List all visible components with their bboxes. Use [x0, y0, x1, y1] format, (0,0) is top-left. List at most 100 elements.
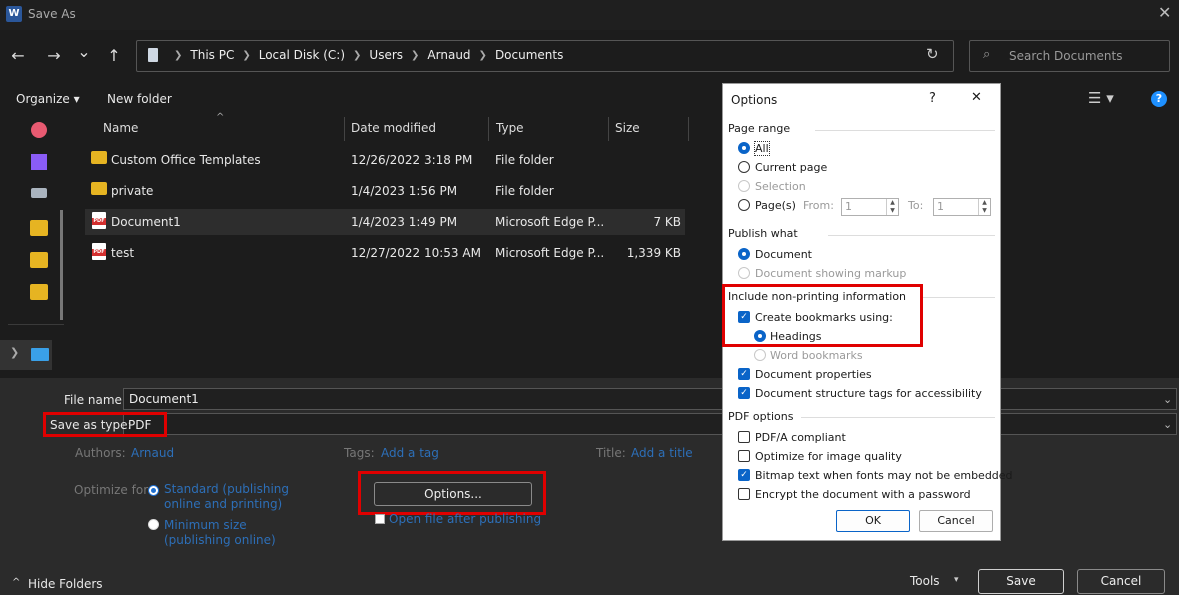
videos-icon[interactable]	[31, 154, 47, 170]
help-icon[interactable]: ?	[929, 91, 936, 106]
to-value: 1	[937, 200, 944, 213]
document-markup-label[interactable]: Document showing markup	[755, 267, 906, 280]
from-label: From:	[803, 199, 834, 212]
bitmap-text-label[interactable]: Bitmap text when fonts may not be embedd…	[755, 469, 1013, 482]
new-folder-button[interactable]: New folder	[107, 92, 172, 106]
folder-icon[interactable]	[30, 252, 48, 268]
window-close-icon[interactable]: ✕	[1158, 3, 1171, 22]
file-row[interactable]: Custom Office Templates 12/26/2022 3:18 …	[85, 147, 685, 173]
chevron-right-icon: ❯	[411, 49, 420, 61]
ok-button[interactable]: OK	[836, 510, 910, 532]
all-radio[interactable]	[738, 142, 750, 154]
spinner-arrows-icon[interactable]: ▲ ▼	[886, 199, 898, 215]
breadcrumb-local-disk[interactable]: Local Disk (C:)	[259, 48, 345, 62]
drive-icon[interactable]	[31, 188, 47, 198]
from-stepper[interactable]: 1 ▲ ▼	[841, 198, 899, 216]
optimize-standard-label[interactable]: Standard (publishing	[164, 482, 289, 496]
current-page-label[interactable]: Current page	[755, 161, 827, 174]
music-icon[interactable]	[31, 122, 47, 138]
open-after-checkbox[interactable]	[375, 514, 385, 524]
hide-folders-button[interactable]: Hide Folders	[28, 577, 103, 591]
breadcrumb-documents[interactable]: Documents	[495, 48, 563, 62]
column-divider[interactable]	[608, 117, 609, 141]
up-button[interactable]: ↑	[102, 44, 126, 68]
spinner-arrows-icon[interactable]: ▲ ▼	[978, 199, 990, 215]
file-name: Document1	[111, 215, 181, 229]
column-size[interactable]: Size	[615, 121, 640, 135]
doc-structure-checkbox[interactable]: ✓	[738, 387, 750, 399]
document-label[interactable]: Document	[755, 248, 812, 261]
organize-button[interactable]: Organize ▾	[16, 92, 80, 106]
column-date[interactable]: Date modified	[351, 121, 436, 135]
view-options-icon[interactable]: ☰ ▾	[1088, 89, 1114, 107]
doc-properties-label[interactable]: Document properties	[755, 368, 872, 381]
recent-locations-button[interactable]: ⌄	[72, 40, 96, 64]
selection-radio[interactable]	[738, 180, 750, 192]
refresh-icon[interactable]: ↻	[926, 45, 939, 63]
chevron-up-icon[interactable]: ^	[12, 577, 20, 588]
help-icon[interactable]: ?	[1151, 91, 1167, 107]
folder-icon[interactable]	[30, 220, 48, 236]
word-bookmarks-radio[interactable]	[754, 349, 766, 361]
chevron-right-icon[interactable]: ❯	[10, 346, 19, 359]
pdfa-label[interactable]: PDF/A compliant	[755, 431, 846, 444]
all-label[interactable]: All	[754, 141, 770, 156]
file-type: File folder	[495, 184, 554, 198]
document-radio[interactable]	[738, 248, 750, 260]
folder-icon[interactable]	[30, 284, 48, 300]
document-markup-radio[interactable]	[738, 267, 750, 279]
to-stepper[interactable]: 1 ▲ ▼	[933, 198, 991, 216]
column-type[interactable]: Type	[496, 121, 524, 135]
encrypt-checkbox[interactable]	[738, 488, 750, 500]
column-divider[interactable]	[488, 117, 489, 141]
breadcrumb-this-pc[interactable]: This PC	[190, 48, 234, 62]
bitmap-text-checkbox[interactable]: ✓	[738, 469, 750, 481]
back-button[interactable]: ←	[6, 44, 30, 68]
add-tag-link[interactable]: Add a tag	[381, 446, 439, 460]
save-button[interactable]: Save	[978, 569, 1064, 594]
pages-label[interactable]: Page(s)	[755, 199, 796, 212]
breadcrumb-arnaud[interactable]: Arnaud	[427, 48, 470, 62]
sidebar-scrollbar[interactable]	[60, 210, 63, 320]
selection-label[interactable]: Selection	[755, 180, 806, 193]
current-page-radio[interactable]	[738, 161, 750, 173]
dialog-cancel-button[interactable]: Cancel	[919, 510, 993, 532]
add-title-link[interactable]: Add a title	[631, 446, 693, 460]
optimize-minimum-radio[interactable]	[148, 519, 159, 530]
doc-properties-checkbox[interactable]: ✓	[738, 368, 750, 380]
column-divider[interactable]	[344, 117, 345, 141]
close-icon[interactable]: ✕	[971, 90, 982, 105]
file-name-field[interactable]	[123, 388, 1177, 410]
sort-ascending-icon: ^	[216, 112, 225, 123]
tools-button[interactable]: Tools	[910, 574, 940, 588]
pdf-icon	[92, 243, 106, 260]
encrypt-label[interactable]: Encrypt the document with a password	[755, 488, 971, 501]
column-divider[interactable]	[688, 117, 689, 141]
save-type-select[interactable]	[123, 413, 1177, 435]
column-name[interactable]: Name	[103, 121, 138, 135]
doc-structure-label[interactable]: Document structure tags for accessibilit…	[755, 387, 982, 400]
optimize-minimum-label-2[interactable]: (publishing online)	[164, 533, 276, 547]
options-button[interactable]: Options...	[374, 482, 532, 506]
chevron-down-icon[interactable]: ⌄	[1163, 418, 1172, 431]
file-row[interactable]: private 1/4/2023 1:56 PM File folder	[85, 178, 685, 204]
word-bookmarks-label[interactable]: Word bookmarks	[770, 349, 863, 362]
file-name: private	[111, 184, 154, 198]
optimize-standard-label-2[interactable]: online and printing)	[164, 497, 282, 511]
optimize-image-label[interactable]: Optimize for image quality	[755, 450, 902, 463]
file-row[interactable]: test 12/27/2022 10:53 AM Microsoft Edge …	[85, 240, 685, 266]
pages-radio[interactable]	[738, 199, 750, 211]
open-after-label[interactable]: Open file after publishing	[389, 512, 541, 526]
authors-value[interactable]: Arnaud	[131, 446, 174, 460]
forward-button[interactable]: →	[42, 44, 66, 68]
optimize-minimum-label[interactable]: Minimum size	[164, 518, 247, 532]
chevron-down-icon[interactable]: ⌄	[1163, 393, 1172, 406]
breadcrumb-users[interactable]: Users	[369, 48, 403, 62]
optimize-standard-radio[interactable]	[148, 485, 159, 496]
file-row[interactable]: Document1 1/4/2023 1:49 PM Microsoft Edg…	[85, 209, 685, 235]
caret-down-icon[interactable]: ▾	[954, 575, 959, 585]
cancel-button[interactable]: Cancel	[1077, 569, 1165, 594]
pdfa-checkbox[interactable]	[738, 431, 750, 443]
to-label: To:	[908, 199, 924, 212]
optimize-image-checkbox[interactable]	[738, 450, 750, 462]
